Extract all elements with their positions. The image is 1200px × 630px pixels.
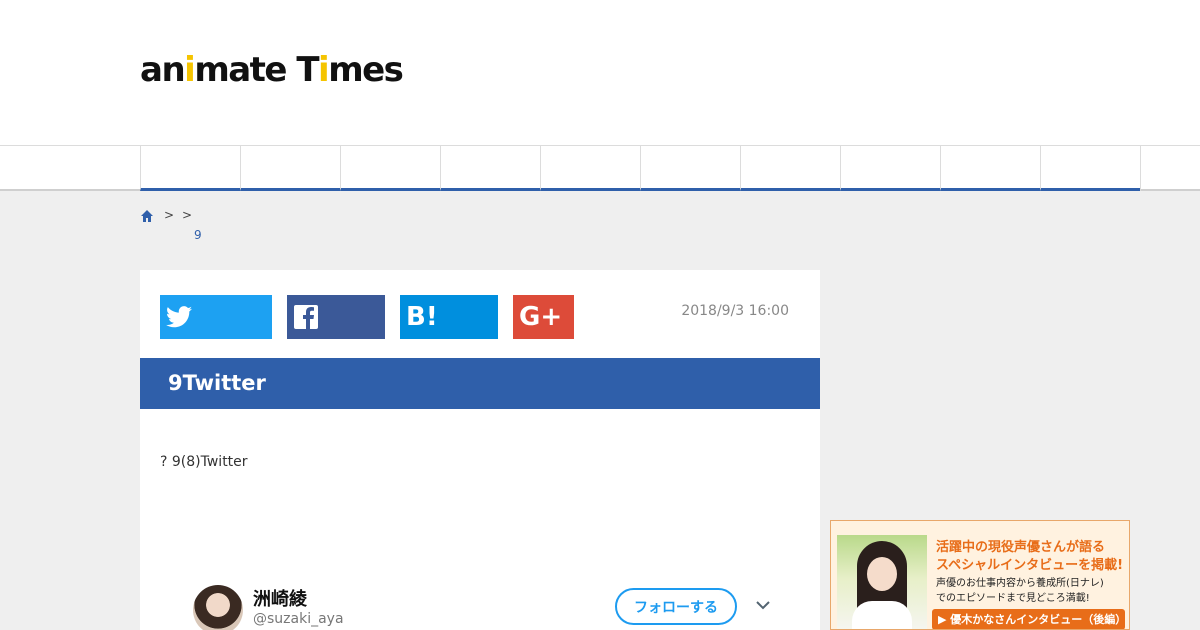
logo-text-part: i [184, 50, 196, 90]
twitter-icon [166, 306, 192, 328]
follow-button-label: フォローする [634, 599, 718, 616]
hatena-share-button[interactable]: B! [400, 295, 498, 339]
nav-item[interactable] [840, 146, 940, 191]
breadcrumb-separator: > [164, 208, 175, 222]
article-card: B! G+ 2018/9/3 16:00 9Twitter ? 9(8)Twit… [140, 270, 820, 630]
nav-item[interactable] [340, 146, 440, 191]
nav-item[interactable] [640, 146, 740, 191]
site-logo[interactable]: animate Times [140, 50, 404, 90]
breadcrumb-current[interactable]: 9 [194, 228, 202, 242]
twitter-share-button[interactable] [160, 295, 272, 339]
facebook-share-button[interactable] [287, 295, 385, 339]
nav-item[interactable] [740, 146, 840, 191]
gplus-label: G+ [519, 302, 563, 332]
ad-button[interactable]: ▶ 優木かなさんインタビュー（後編） [932, 609, 1125, 629]
logo-text-part: i [318, 50, 330, 90]
main-nav [0, 145, 1200, 191]
nav-item[interactable] [940, 146, 1040, 191]
logo-text-part: mate T [194, 50, 319, 90]
facebook-icon [294, 305, 318, 329]
nav-item[interactable] [440, 146, 540, 191]
sidebar-ad-banner[interactable]: 活躍中の現役声優さんが語る スペシャルインタビューを掲載! 声優のお仕事内容から… [830, 520, 1130, 630]
article-title: 9Twitter [168, 371, 266, 395]
ad-subtext: でのエピソードまで見どころ満載! [936, 593, 1090, 604]
nav-item[interactable] [1040, 146, 1140, 191]
logo-text-part: an [140, 50, 186, 90]
nav-item[interactable] [240, 146, 340, 191]
article-body: ? 9(8)Twitter [160, 454, 248, 470]
site-header: animate Times [0, 0, 1200, 145]
article-date: 2018/9/3 16:00 [681, 303, 789, 319]
breadcrumb-separator: > [182, 208, 193, 222]
tweet-author-handle[interactable]: @suzaki_aya [253, 611, 344, 627]
chevron-down-icon[interactable] [756, 600, 770, 610]
ad-headline: 活躍中の現役声優さんが語る [936, 540, 1106, 555]
tweet-avatar[interactable] [193, 585, 243, 630]
ad-photo [837, 535, 927, 629]
home-icon[interactable] [140, 209, 154, 223]
tweet-author-name[interactable]: 洲崎綾 [253, 585, 307, 611]
nav-item[interactable] [1140, 146, 1200, 191]
gplus-share-button[interactable]: G+ [513, 295, 574, 339]
follow-button[interactable]: フォローする [615, 588, 737, 625]
nav-item[interactable] [140, 146, 240, 191]
logo-text-part: mes [328, 50, 404, 90]
ad-headline: スペシャルインタビューを掲載! [936, 558, 1124, 573]
article-title-bar: 9Twitter [140, 358, 820, 409]
ad-subtext: 声優のお仕事内容から養成所(日ナレ) [936, 578, 1104, 589]
nav-item[interactable] [540, 146, 640, 191]
hatena-label: B! [406, 302, 438, 332]
